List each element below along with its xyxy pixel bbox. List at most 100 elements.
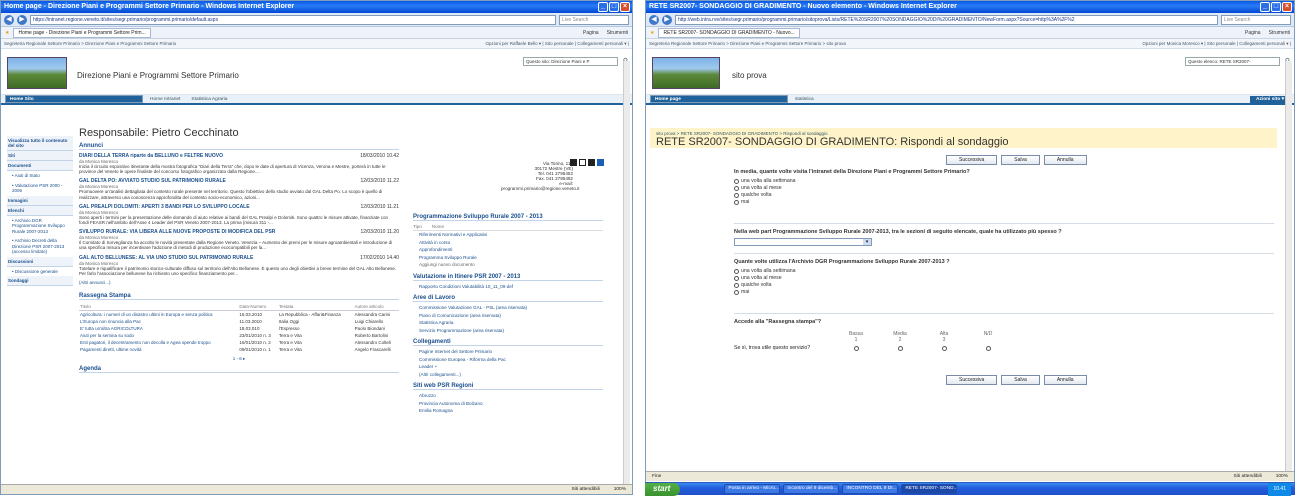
taskbar-item[interactable]: Posta in arrivo - Micro... xyxy=(724,484,780,494)
psr-header[interactable]: Programmazione Sviluppo Rurale 2007 - 20… xyxy=(413,214,603,221)
cancel-button[interactable]: Annulla xyxy=(1044,155,1087,165)
scrollbar[interactable] xyxy=(623,61,630,484)
search-input[interactable]: Live Search xyxy=(1221,15,1291,25)
url-input[interactable]: http://web.intra.rve/sites/segr.primario… xyxy=(675,15,1218,25)
next-button-bottom[interactable]: Successiva xyxy=(946,375,997,385)
save-button-bottom[interactable]: Salva xyxy=(1001,375,1040,385)
back-icon[interactable]: ◀ xyxy=(4,15,14,25)
column-header[interactable]: Titolo xyxy=(79,303,238,311)
scrollbar[interactable] xyxy=(1285,61,1292,471)
save-button[interactable]: Salva xyxy=(1001,155,1040,165)
nav-item[interactable]: Sondaggi xyxy=(7,276,73,286)
radio-option[interactable]: mai xyxy=(734,289,1274,295)
radio-button[interactable] xyxy=(734,283,739,288)
back-icon[interactable]: ◀ xyxy=(649,15,659,25)
psr-doc-link[interactable]: Programma Sviluppo Rurale xyxy=(413,254,603,262)
zoom-level[interactable]: 100% xyxy=(1276,474,1288,479)
rating-radio[interactable] xyxy=(986,346,991,351)
next-button[interactable]: Successiva xyxy=(946,155,997,165)
table-cell[interactable]: L'Europa non rinuncia alla Pac xyxy=(79,318,238,325)
table-cell[interactable]: Aiuti per la semina su sodo xyxy=(79,332,238,339)
work-area-link[interactable]: Piano di Comunicazione (area riservata) xyxy=(413,312,603,320)
rating-radio[interactable] xyxy=(854,346,859,351)
maximize-button[interactable]: □ xyxy=(609,2,619,12)
site-actions-menu[interactable]: Azioni sito ▾ xyxy=(1250,96,1290,103)
region-site-link[interactable]: Abruzzo xyxy=(413,392,603,400)
radio-option[interactable]: una volta al mese xyxy=(734,275,1274,281)
work-areas-header[interactable]: Aree di Lavoro xyxy=(413,295,603,302)
tools-menu[interactable]: Strumenti xyxy=(1269,30,1290,36)
breadcrumb[interactable]: Segreteria Regionale Settore Primario > … xyxy=(649,41,846,46)
page-menu[interactable]: Pagina xyxy=(1245,30,1261,36)
site-search-scope[interactable]: Questo elenco: RETE SR2007- xyxy=(1185,57,1280,66)
announcements-header[interactable]: Annunci xyxy=(79,143,399,150)
radio-button[interactable] xyxy=(734,276,739,281)
nav-item[interactable]: • Archivio DGR Programmazione Sviluppo R… xyxy=(7,216,73,237)
nav-item[interactable]: Documenti xyxy=(7,161,73,171)
column-header[interactable]: Autore articolo xyxy=(354,303,399,311)
nav-item[interactable]: • Discussione generale xyxy=(7,267,73,277)
more-announcements-link[interactable]: (Altri annunci...) xyxy=(79,280,399,285)
nav-item[interactable]: Siti xyxy=(7,151,73,161)
tab-0[interactable]: Home page xyxy=(650,95,788,103)
minimize-button[interactable]: _ xyxy=(1260,2,1270,12)
column-header[interactable]: Testata xyxy=(278,303,354,311)
nav-item[interactable]: Visualizza tutto il contenuto del sito xyxy=(7,136,73,151)
radio-button[interactable] xyxy=(734,200,739,205)
cancel-button-bottom[interactable]: Annulla xyxy=(1044,375,1087,385)
pager[interactable]: 1 - 6 ▸ xyxy=(79,356,399,362)
close-button[interactable]: × xyxy=(1282,2,1292,12)
close-button[interactable]: × xyxy=(620,2,630,12)
table-cell[interactable]: E' tutta un'altra AGRICOLTURA xyxy=(79,325,238,332)
radio-option[interactable]: una volta alla settimana xyxy=(734,178,1274,184)
news-title-text[interactable]: GAL ALTO BELLUNESE: AL VIA UNO STUDIO SU… xyxy=(79,255,253,261)
browser-tab[interactable]: Home page - Direzione Piani e Programmi … xyxy=(13,28,150,38)
browser-tab[interactable]: RETE SR2007- SONDAGGIO DI GRADIMENTO - N… xyxy=(658,28,799,38)
nav-item[interactable]: • Aiuti di Stato xyxy=(7,171,73,181)
radio-option[interactable]: una volta al mese xyxy=(734,185,1274,191)
regions-header[interactable]: Siti web PSR Regioni xyxy=(413,383,603,390)
work-area-link[interactable]: Servizio Programmazione (area riservata) xyxy=(413,327,603,335)
table-cell[interactable]: Enti pagatori, il decentramento non deco… xyxy=(79,339,238,346)
region-site-link[interactable]: Emilia Romagna xyxy=(413,407,603,415)
star-icon[interactable]: ★ xyxy=(5,30,9,36)
forward-icon[interactable]: ▶ xyxy=(662,15,672,25)
minimize-button[interactable]: _ xyxy=(598,2,608,12)
work-area-link[interactable]: Statistica Agraria xyxy=(413,319,603,327)
tab-2[interactable]: Statistica Agraria xyxy=(187,96,231,103)
links-header[interactable]: Collegamenti xyxy=(413,339,603,346)
external-link[interactable]: Commissione Europea - Riforma della Pac xyxy=(413,356,603,364)
radio-option[interactable]: una volta alla settimana xyxy=(734,268,1274,274)
add-document-link[interactable]: Aggiungi nuovo documento xyxy=(413,261,603,269)
rating-radio[interactable] xyxy=(898,346,903,351)
radio-button[interactable] xyxy=(734,193,739,198)
star-icon[interactable]: ★ xyxy=(650,30,654,36)
nav-item[interactable]: • Valutazione PSR 2000 - 2006 xyxy=(7,181,73,196)
forward-icon[interactable]: ▶ xyxy=(17,15,27,25)
user-links[interactable]: Opzioni per Monica Moresco ▾ | Sito pers… xyxy=(1142,41,1291,47)
question-2-select[interactable]: ▾ xyxy=(734,238,872,246)
press-review-header[interactable]: Rassegna Stampa xyxy=(79,293,399,300)
radio-button[interactable] xyxy=(734,186,739,191)
nav-item[interactable]: Discussioni xyxy=(7,257,73,267)
nav-item[interactable]: • Archivio Decreti della Direzione PSR 2… xyxy=(7,236,73,257)
start-button[interactable]: start xyxy=(645,483,680,496)
nav-item[interactable]: Elenchi xyxy=(7,206,73,216)
tools-menu[interactable]: Strumenti xyxy=(607,30,628,36)
tab-0[interactable]: Home Sito xyxy=(5,95,143,103)
tab-1[interactable]: Home Intranet xyxy=(146,96,184,103)
external-link[interactable]: Pagine Internet del Settore Primario xyxy=(413,348,603,356)
psr-doc-link[interactable]: Riferimenti Normativi e Applicativi xyxy=(413,231,603,239)
col-name[interactable]: Nome xyxy=(432,224,444,229)
page-menu[interactable]: Pagina xyxy=(583,30,599,36)
col-type[interactable]: Tipo xyxy=(413,224,422,229)
user-links[interactable]: Opzioni per Raffaele Bello ▾ | Sito pers… xyxy=(485,41,629,47)
radio-option[interactable]: mai xyxy=(734,199,1274,205)
external-link[interactable]: (Altri collegamenti...) xyxy=(413,371,603,379)
radio-option[interactable]: qualche volta xyxy=(734,192,1274,198)
table-cell[interactable]: Pagamenti diretti, ultime novità xyxy=(79,346,238,353)
maximize-button[interactable]: □ xyxy=(1271,2,1281,12)
zoom-level[interactable]: 100% xyxy=(614,487,626,492)
nav-item[interactable]: Immagini xyxy=(7,196,73,206)
psr-doc-link[interactable]: Attività in corso xyxy=(413,239,603,247)
